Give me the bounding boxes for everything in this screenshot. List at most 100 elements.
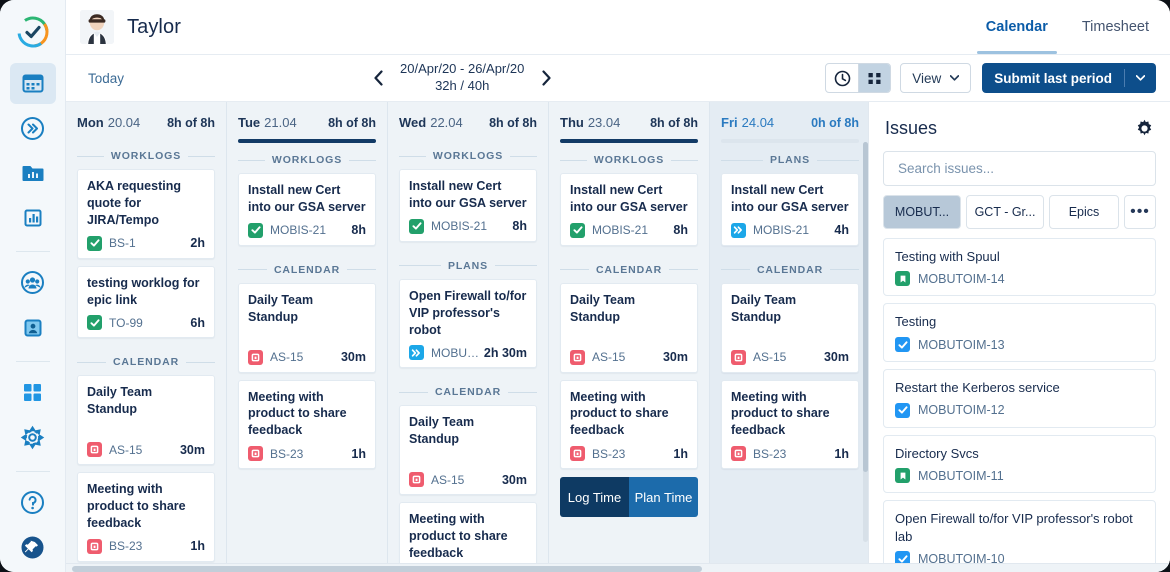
card-duration: 30m	[176, 443, 205, 457]
search-input[interactable]	[898, 161, 1141, 176]
worklog-card[interactable]: Meeting with product to share feedbackBS…	[560, 380, 698, 470]
issue-key[interactable]: AS-15	[109, 443, 142, 457]
issue-list-item[interactable]: Restart the Kerberos serviceMOBUTOIM-12	[883, 369, 1156, 428]
issue-key[interactable]: MOBIS-21	[270, 223, 326, 237]
worklog-card[interactable]: Open Firewall to/for VIP professor's rob…	[399, 279, 537, 369]
card-title: testing worklog for epic link	[87, 275, 205, 309]
issue-key[interactable]: AS-15	[431, 473, 464, 487]
card-footer: AS-15 30m	[731, 350, 849, 365]
issue-key[interactable]: BS-23	[753, 447, 786, 461]
issue-list-item[interactable]: Directory SvcsMOBUTOIM-11	[883, 435, 1156, 494]
worklog-card[interactable]: Daily Team StandupAS-1530m	[77, 375, 215, 465]
issue-key[interactable]: MOBIS-21	[592, 223, 648, 237]
section-label-worklogs: WORKLOGS	[77, 150, 215, 162]
issue-key[interactable]: TO-99	[109, 316, 143, 330]
section-label-worklogs: WORKLOGS	[238, 154, 376, 166]
sidebar-item-settings[interactable]	[10, 417, 56, 458]
worklog-card[interactable]: Daily Team StandupAS-1530m	[399, 405, 537, 495]
issue-filter-0[interactable]: MOBUT...	[883, 195, 961, 229]
next-period-button[interactable]	[538, 67, 554, 89]
horizontal-scrollbar-thumb[interactable]	[72, 566, 702, 572]
issue-key[interactable]: BS-1	[109, 236, 136, 250]
card-title: Daily Team Standup	[731, 292, 849, 326]
section-rule	[495, 265, 537, 266]
issue-key[interactable]: MOBUTOIM-13	[918, 338, 1005, 352]
sidebar-item-analytics[interactable]	[10, 198, 56, 239]
person-icon	[21, 316, 45, 340]
chevron-down-icon	[950, 75, 959, 81]
sidebar-item-apps[interactable]	[10, 372, 56, 413]
day-vertical-scrollbar-thumb[interactable]	[863, 142, 868, 472]
issue-filter-2[interactable]: Epics	[1049, 195, 1119, 229]
issue-key[interactable]: MOBIS-21	[431, 219, 487, 233]
timeline-view-button[interactable]	[826, 64, 858, 92]
card-duration: 30m	[337, 350, 366, 364]
issue-key[interactable]: MOBUTOIM-12	[918, 403, 1005, 417]
issue-key[interactable]: BS-23	[109, 539, 142, 553]
day-label: Tue21.04	[238, 114, 297, 132]
issue-key[interactable]: AS-15	[270, 350, 303, 364]
sidebar-item-reports[interactable]	[10, 153, 56, 194]
issue-key[interactable]: MOBUTOI...	[431, 346, 480, 360]
worklog-card[interactable]: Meeting with product to share feedbackBS…	[77, 472, 215, 562]
card-title: AKA requesting quote for JIRA/Tempo	[87, 178, 205, 229]
worklog-card[interactable]: Meeting with product to share feedbackBS…	[721, 380, 859, 470]
tab-timesheet[interactable]: Timesheet	[1079, 1, 1152, 54]
today-button[interactable]: Today	[88, 71, 124, 86]
worklog-card[interactable]: Daily Team StandupAS-1530m	[560, 283, 698, 373]
submit-last-period-button[interactable]: Submit last period	[982, 63, 1156, 93]
worklog-card[interactable]: Meeting with product to share feedbackBS…	[238, 380, 376, 470]
check-circle-logo-icon[interactable]	[8, 8, 58, 57]
worklog-card[interactable]: Install new Cert into our GSA serverMOBI…	[560, 173, 698, 246]
sidebar-item-expand[interactable]	[10, 108, 56, 149]
issue-key[interactable]: MOBUTOIM-14	[918, 272, 1005, 286]
issue-key[interactable]: AS-15	[592, 350, 625, 364]
sidebar-item-pin[interactable]	[10, 527, 56, 568]
issue-list-item[interactable]: Testing with SpuulMOBUTOIM-14	[883, 238, 1156, 297]
issue-key[interactable]: BS-23	[270, 447, 303, 461]
worklog-card[interactable]: Meeting with product to share feedbackBS…	[399, 502, 537, 572]
card-title: Daily Team Standup	[248, 292, 366, 326]
submit-dropdown-toggle[interactable]	[1125, 75, 1156, 81]
worklog-card[interactable]: testing worklog for epic linkTO-996h	[77, 266, 215, 339]
issues-settings-button[interactable]	[1135, 119, 1154, 138]
sidebar-item-calendar[interactable]	[10, 63, 56, 104]
prev-period-button[interactable]	[370, 67, 386, 89]
sidebar-item-teams[interactable]	[10, 262, 56, 303]
sidebar-item-accounts[interactable]	[10, 307, 56, 348]
day-name: Tue	[238, 115, 260, 130]
more-filters-button[interactable]: •••	[1124, 195, 1156, 229]
card-duration: 30m	[820, 350, 849, 364]
issue-list-item[interactable]: Open Firewall to/for VIP professor's rob…	[883, 500, 1156, 572]
sidebar-item-help[interactable]	[10, 482, 56, 523]
day-progress-bar	[238, 139, 376, 143]
issue-key[interactable]: AS-15	[753, 350, 786, 364]
issue-key[interactable]: BS-23	[592, 447, 625, 461]
worklog-card[interactable]: Daily Team Standup AS-15 30m	[721, 283, 859, 373]
avatar[interactable]	[80, 10, 114, 44]
tab-calendar[interactable]: Calendar	[983, 1, 1051, 54]
issue-footer: MOBUTOIM-11	[895, 468, 1144, 483]
issue-list-item[interactable]: TestingMOBUTOIM-13	[883, 303, 1156, 362]
tempo-timesheets-app: Taylor Calendar Timesheet Today 20/Apr/2…	[0, 0, 1170, 572]
issue-filter-1[interactable]: GCT - Gr...	[966, 195, 1044, 229]
day-hours: 8h of 8h	[489, 116, 537, 130]
worklog-card[interactable]: Install new Cert into our GSA serverMOBI…	[238, 173, 376, 246]
main-region: Taylor Calendar Timesheet Today 20/Apr/2…	[66, 0, 1170, 572]
plan-time-button[interactable]: Plan Time	[629, 477, 698, 517]
search-issues-field[interactable]	[883, 151, 1156, 186]
worklog-card[interactable]: Install new Cert into our GSA serverMOBI…	[721, 173, 859, 246]
horizontal-scrollbar[interactable]	[66, 563, 1170, 572]
section-title: CALENDAR	[435, 386, 501, 398]
day-vertical-scrollbar[interactable]	[863, 142, 868, 542]
grid-view-button[interactable]	[858, 64, 890, 92]
worklog-card[interactable]: Daily Team Standup AS-15 30m	[238, 283, 376, 373]
log-time-button[interactable]: Log Time	[560, 477, 629, 517]
grid-view-icon	[867, 71, 882, 86]
view-dropdown[interactable]: View	[900, 63, 971, 93]
section-label-calendar: CALENDAR	[399, 386, 537, 398]
issue-key[interactable]: MOBIS-21	[753, 223, 809, 237]
worklog-card[interactable]: Install new Cert into our GSA serverMOBI…	[399, 169, 537, 242]
issue-key[interactable]: MOBUTOIM-11	[918, 469, 1004, 483]
worklog-card[interactable]: AKA requesting quote for JIRA/TempoBS-12…	[77, 169, 215, 259]
